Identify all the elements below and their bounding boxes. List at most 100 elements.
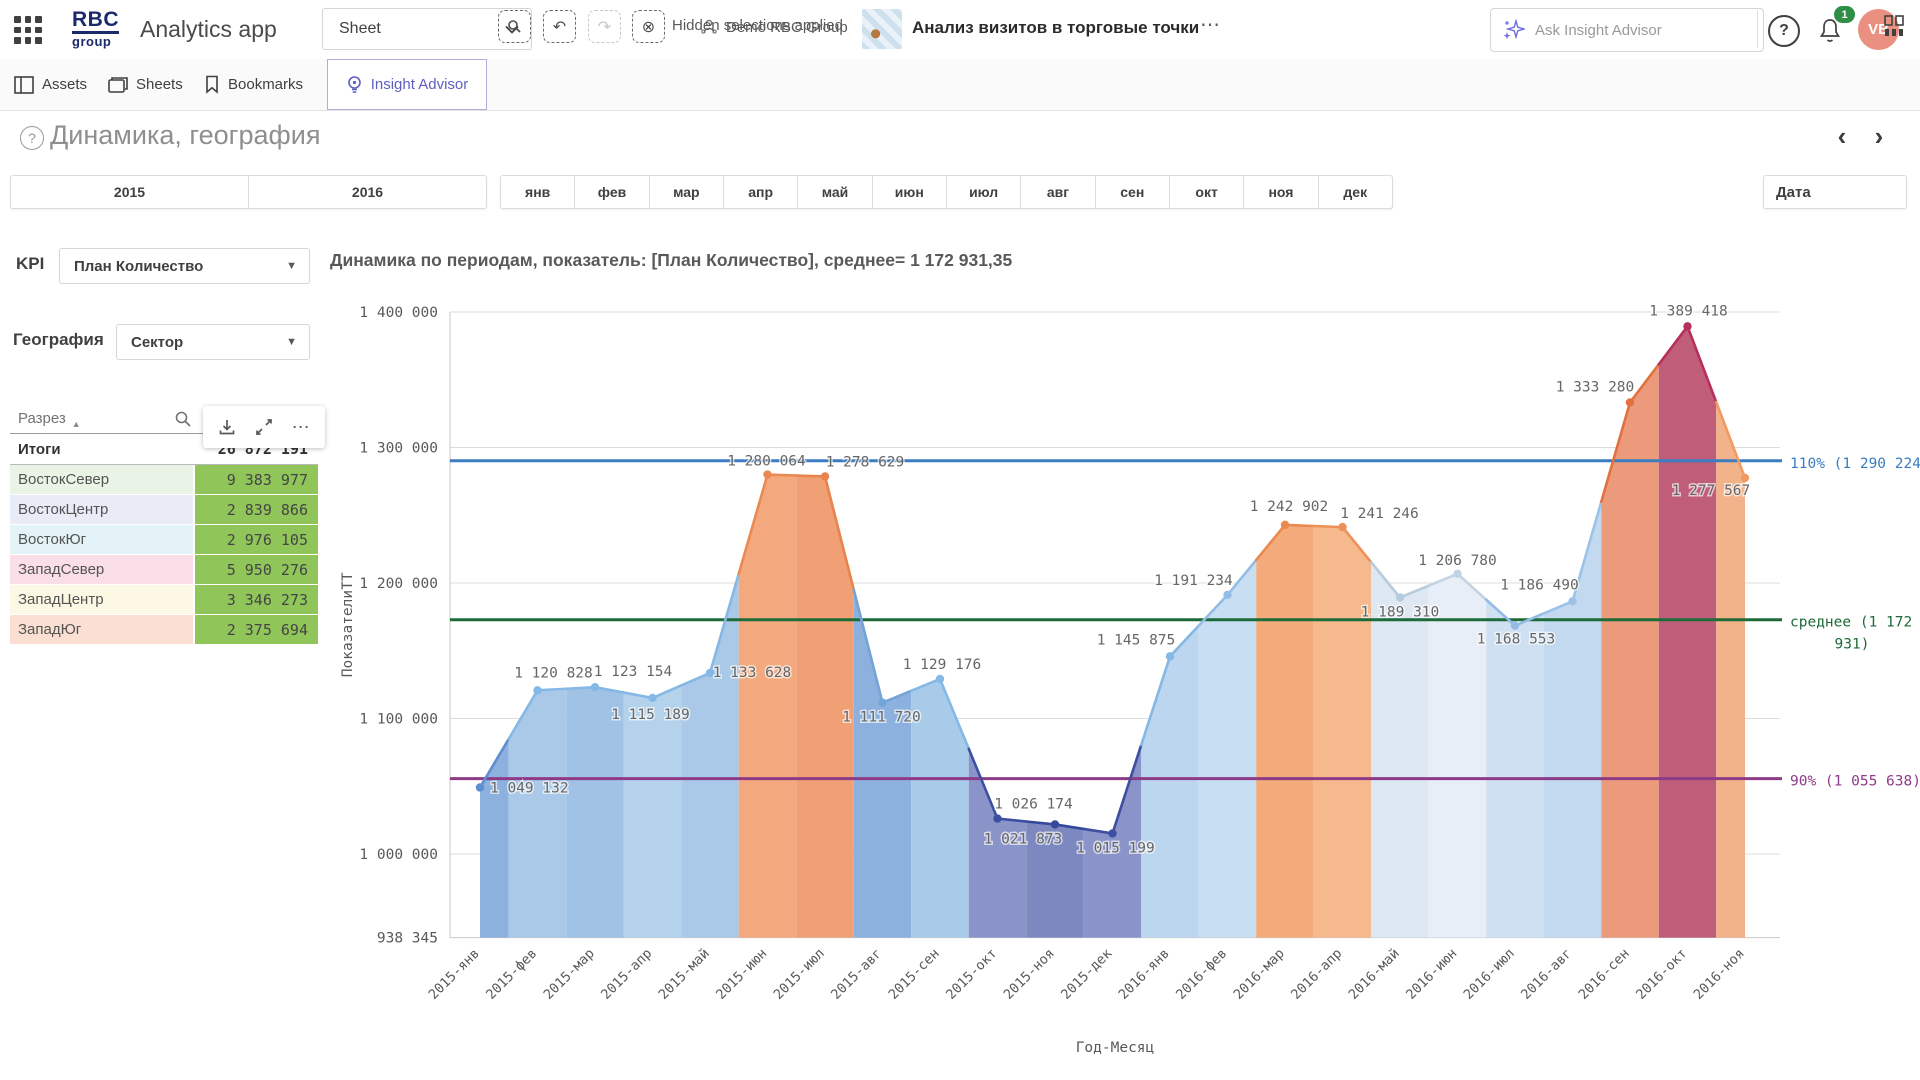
area-band[interactable]	[1659, 326, 1717, 937]
data-point[interactable]	[1051, 820, 1059, 828]
download-icon[interactable]	[213, 413, 241, 441]
sheets-button[interactable]: Sheets	[108, 59, 183, 110]
area-band[interactable]	[1314, 526, 1372, 938]
month-filter-июн[interactable]: июн	[873, 176, 947, 208]
data-point[interactable]	[1338, 523, 1346, 531]
more-options-icon[interactable]: ⋯	[287, 413, 315, 441]
sector-cell[interactable]: ЗападЦентр	[10, 585, 193, 614]
sector-cell[interactable]: ВостокЮг	[10, 525, 193, 554]
app-options-icon[interactable]: ⋯	[1200, 12, 1222, 37]
insight-advisor-search[interactable]: Ask Insight Advisor	[1490, 8, 1764, 52]
area-band[interactable]	[1084, 745, 1142, 938]
data-point[interactable]	[1511, 621, 1519, 629]
sector-cell[interactable]: ЗападЮг	[10, 615, 193, 644]
area-band[interactable]	[509, 689, 567, 938]
area-band[interactable]	[1544, 502, 1602, 938]
area-band[interactable]	[969, 749, 1027, 938]
data-point[interactable]	[1108, 829, 1116, 837]
table-row[interactable]: ЗападСевер5 950 276	[10, 555, 318, 584]
data-point[interactable]	[648, 694, 656, 702]
redo-selection-button[interactable]: ↷	[588, 10, 621, 43]
data-point[interactable]	[1281, 521, 1289, 529]
area-band[interactable]	[1371, 562, 1429, 937]
app-launcher-icon[interactable]	[14, 16, 42, 44]
data-point[interactable]	[591, 683, 599, 691]
data-point[interactable]	[1568, 597, 1576, 605]
table-row[interactable]: ВостокСевер9 383 977	[10, 465, 318, 494]
next-sheet-button[interactable]: ›	[1866, 123, 1892, 149]
data-point[interactable]	[706, 669, 714, 677]
insight-advisor-button[interactable]: Insight Advisor	[327, 59, 487, 110]
year-filter-2015[interactable]: 2015	[11, 176, 249, 208]
year-filter-2016[interactable]: 2016	[249, 176, 486, 208]
area-band[interactable]	[739, 475, 797, 938]
table-search-icon[interactable]	[174, 410, 192, 428]
value-cell[interactable]: 2 375 694	[195, 615, 318, 644]
data-point[interactable]	[1166, 652, 1174, 660]
area-band[interactable]	[480, 739, 509, 938]
area-band[interactable]	[911, 679, 969, 938]
table-row[interactable]: ВостокЦентр2 839 866	[10, 495, 318, 524]
month-filter-окт[interactable]: окт	[1170, 176, 1244, 208]
area-band[interactable]	[796, 476, 854, 938]
sector-cell[interactable]: ЗападСевер	[10, 555, 193, 584]
month-filter-май[interactable]: май	[798, 176, 872, 208]
data-point[interactable]	[1683, 322, 1691, 330]
assets-button[interactable]: Assets	[14, 59, 87, 110]
area-band[interactable]	[1256, 525, 1314, 938]
value-cell[interactable]: 3 346 273	[195, 585, 318, 614]
area-band[interactable]	[624, 685, 682, 937]
bookmarks-button[interactable]: Bookmarks	[204, 59, 303, 110]
data-point[interactable]	[533, 686, 541, 694]
month-filter-июл[interactable]: июл	[947, 176, 1021, 208]
value-cell[interactable]: 2 839 866	[195, 495, 318, 524]
data-point[interactable]	[993, 814, 1001, 822]
sector-cell[interactable]: ВостокСевер	[10, 465, 193, 494]
data-point[interactable]	[476, 783, 484, 791]
month-filter-сен[interactable]: сен	[1096, 176, 1170, 208]
month-filter-фев[interactable]: фев	[575, 176, 649, 208]
table-row[interactable]: ЗападЦентр3 346 273	[10, 585, 318, 614]
undo-selection-button[interactable]: ↶	[543, 10, 576, 43]
value-cell[interactable]: 9 383 977	[195, 465, 318, 494]
value-cell[interactable]: 2 976 105	[195, 525, 318, 554]
area-band[interactable]	[854, 590, 912, 938]
table-row[interactable]: ЗападЮг2 375 694	[10, 615, 318, 644]
date-filter[interactable]: Дата	[1763, 175, 1907, 209]
table-header-label[interactable]: Разрез	[18, 410, 66, 427]
table-row[interactable]: ВостокЮг2 976 105	[10, 525, 318, 554]
area-band[interactable]	[566, 687, 624, 937]
month-filter-мар[interactable]: мар	[650, 176, 724, 208]
data-point[interactable]	[936, 675, 944, 683]
month-filter-апр[interactable]: апр	[724, 176, 798, 208]
previous-sheet-button[interactable]: ‹	[1829, 123, 1855, 149]
area-band[interactable]	[1141, 626, 1199, 938]
help-icon[interactable]: ?	[1768, 15, 1800, 47]
month-filter-янв[interactable]: янв	[501, 176, 575, 208]
sheet-overview-icon[interactable]	[1881, 13, 1907, 39]
data-point[interactable]	[1396, 593, 1404, 601]
data-point[interactable]	[1453, 570, 1461, 578]
sheet-help-icon[interactable]: ?	[20, 126, 44, 150]
sector-cell[interactable]: ВостокЦентр	[10, 495, 193, 524]
area-band[interactable]	[1429, 574, 1487, 938]
clear-selections-button[interactable]: ⊗	[632, 10, 665, 43]
area-band[interactable]	[1199, 560, 1257, 938]
month-filter-дек[interactable]: дек	[1319, 176, 1392, 208]
kpi-dropdown[interactable]: План Количество ▼	[59, 248, 310, 284]
fullscreen-icon[interactable]	[250, 413, 278, 441]
data-point[interactable]	[763, 470, 771, 478]
data-point[interactable]	[1741, 474, 1749, 482]
area-band[interactable]	[1716, 402, 1745, 937]
data-point[interactable]	[878, 698, 886, 706]
geography-dropdown[interactable]: Сектор ▼	[116, 324, 310, 360]
smart-search-button[interactable]	[498, 10, 531, 43]
area-band[interactable]	[681, 574, 739, 938]
data-point[interactable]	[1626, 398, 1634, 406]
area-band[interactable]	[1601, 364, 1659, 937]
area-band[interactable]	[1486, 600, 1544, 938]
area-band[interactable]	[1026, 821, 1084, 937]
month-filter-авг[interactable]: авг	[1021, 176, 1095, 208]
month-filter-ноя[interactable]: ноя	[1244, 176, 1318, 208]
data-point[interactable]	[821, 472, 829, 480]
